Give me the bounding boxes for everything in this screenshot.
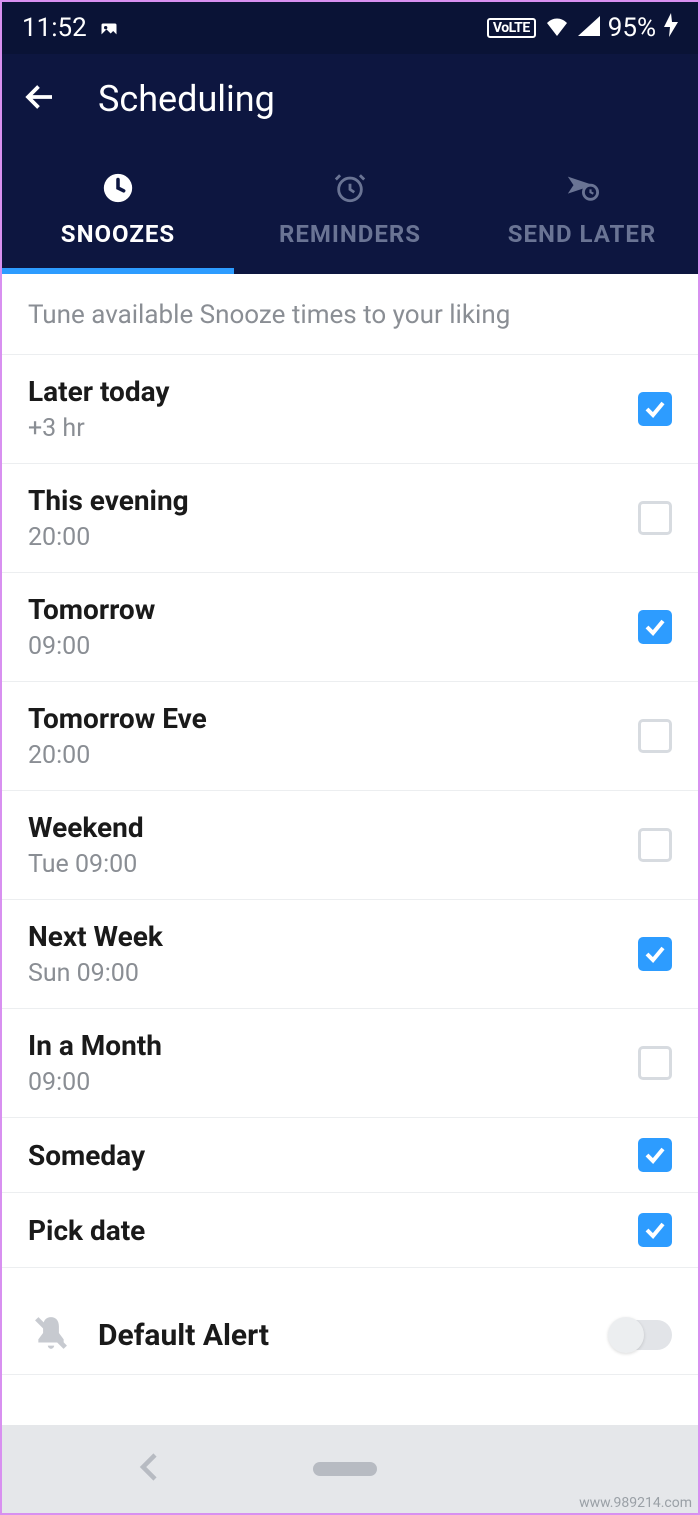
checkbox[interactable]	[638, 1046, 672, 1080]
charging-icon	[664, 13, 678, 44]
option-subtitle: 20:00	[28, 741, 207, 770]
tab-reminders[interactable]: REMINDERS	[234, 144, 466, 274]
signal-icon	[578, 13, 600, 43]
default-alert-row[interactable]: Default Alert	[2, 1296, 698, 1375]
tab-send-later[interactable]: SEND LATER	[466, 144, 698, 274]
tab-snoozes[interactable]: SNOOZES	[2, 144, 234, 274]
checkbox[interactable]	[638, 1138, 672, 1172]
tab-label: REMINDERS	[279, 220, 421, 248]
switch-thumb	[608, 1317, 644, 1353]
wifi-icon	[544, 13, 570, 43]
device-frame: 11:52 VoLTE 95% Scheduling	[0, 0, 700, 1515]
snooze-option-this-evening[interactable]: This evening 20:00	[2, 464, 698, 573]
clock-icon	[100, 170, 136, 206]
checkbox[interactable]	[638, 937, 672, 971]
snooze-option-later-today[interactable]: Later today +3 hr	[2, 355, 698, 464]
status-time: 11:52	[22, 13, 87, 43]
snooze-option-pick-date[interactable]: Pick date	[2, 1193, 698, 1268]
option-title: In a Month	[28, 1029, 162, 1062]
option-title: Tomorrow	[28, 593, 155, 626]
status-bar: 11:52 VoLTE 95%	[2, 2, 698, 54]
option-title: Tomorrow Eve	[28, 702, 207, 735]
snooze-option-next-week[interactable]: Next Week Sun 09:00	[2, 900, 698, 1009]
option-title: Next Week	[28, 920, 163, 953]
nav-back-button[interactable]	[139, 1452, 159, 1486]
option-title: Someday	[28, 1139, 145, 1172]
option-subtitle: +3 hr	[28, 414, 170, 443]
default-alert-label: Default Alert	[98, 1318, 269, 1353]
snooze-option-weekend[interactable]: Weekend Tue 09:00	[2, 791, 698, 900]
checkbox[interactable]	[638, 1213, 672, 1247]
option-title: Pick date	[28, 1214, 145, 1247]
back-button[interactable]	[22, 79, 58, 119]
page-title: Scheduling	[98, 78, 275, 120]
snooze-option-someday[interactable]: Someday	[2, 1118, 698, 1193]
nav-home-pill[interactable]	[313, 1462, 377, 1476]
option-subtitle: 20:00	[28, 523, 189, 552]
hint-text: Tune available Snooze times to your liki…	[2, 274, 698, 355]
option-subtitle: Sun 09:00	[28, 959, 163, 988]
snooze-option-tomorrow[interactable]: Tomorrow 09:00	[2, 573, 698, 682]
volte-indicator: VoLTE	[487, 18, 536, 38]
option-title: Weekend	[28, 811, 144, 844]
option-title: Later today	[28, 375, 170, 408]
tab-indicator	[2, 268, 234, 274]
bell-off-icon	[32, 1314, 70, 1356]
screenshot-icon	[99, 18, 119, 38]
option-subtitle: 09:00	[28, 632, 155, 661]
watermark: www.989214.com	[579, 1495, 692, 1511]
checkbox[interactable]	[638, 392, 672, 426]
checkbox[interactable]	[638, 719, 672, 753]
option-subtitle: 09:00	[28, 1068, 162, 1097]
battery-text: 95%	[608, 13, 656, 43]
send-later-icon	[564, 170, 600, 206]
tabs: SNOOZES REMINDERS SEND LATER	[2, 144, 698, 274]
checkbox[interactable]	[638, 610, 672, 644]
snooze-option-tomorrow-eve[interactable]: Tomorrow Eve 20:00	[2, 682, 698, 791]
content-area: Tune available Snooze times to your liki…	[2, 274, 698, 1425]
tab-label: SEND LATER	[508, 220, 656, 248]
snooze-option-in-a-month[interactable]: In a Month 09:00	[2, 1009, 698, 1118]
default-alert-switch[interactable]	[610, 1320, 672, 1350]
option-title: This evening	[28, 484, 189, 517]
checkbox[interactable]	[638, 828, 672, 862]
app-bar: Scheduling	[2, 54, 698, 144]
tab-label: SNOOZES	[61, 220, 175, 248]
option-subtitle: Tue 09:00	[28, 850, 144, 879]
alarm-icon	[332, 170, 368, 206]
checkbox[interactable]	[638, 501, 672, 535]
